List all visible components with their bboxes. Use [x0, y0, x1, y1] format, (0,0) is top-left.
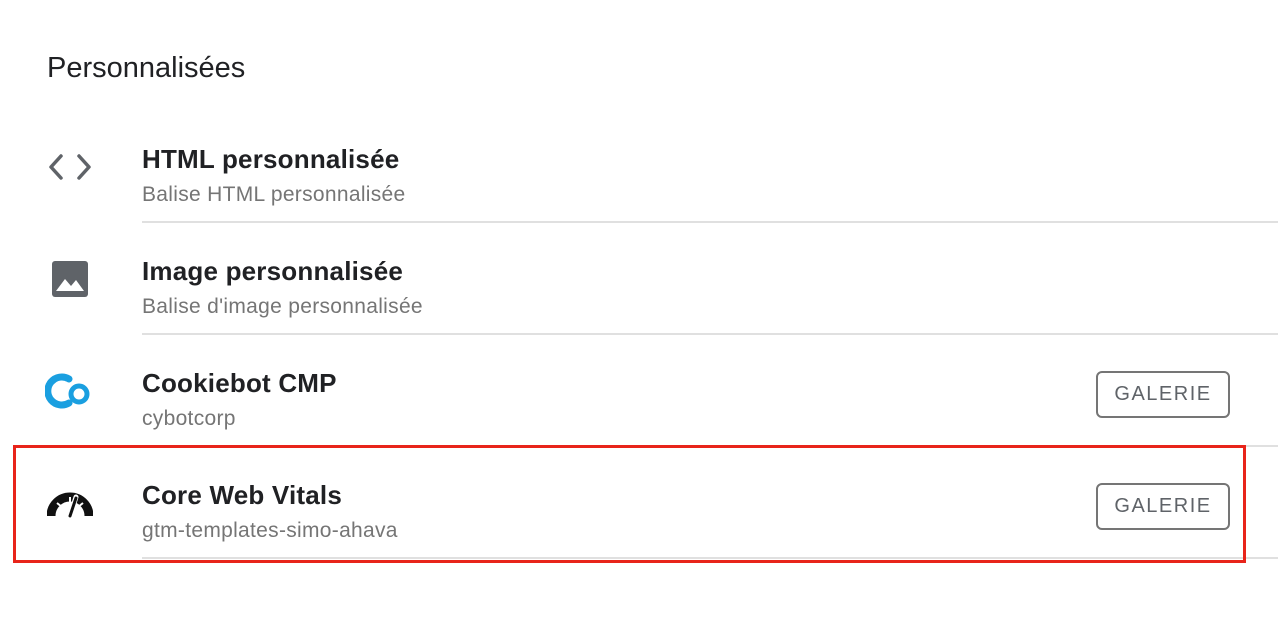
tag-type-core-web-vitals[interactable]: Core Web Vitals gtm-templates-simo-ahava… — [0, 447, 1278, 559]
tag-type-cookiebot-cmp[interactable]: Cookiebot CMP cybotcorp GALERIE — [0, 335, 1278, 447]
cookiebot-logo-icon — [44, 365, 96, 417]
image-icon — [44, 253, 96, 305]
tag-type-title: Core Web Vitals — [142, 480, 342, 510]
tag-type-custom-image[interactable]: Image personnalisée Balise d'image perso… — [0, 223, 1278, 335]
gallery-button[interactable]: GALERIE — [1096, 483, 1230, 530]
tag-type-subtitle: Balise HTML personnalisée — [142, 183, 406, 206]
speedometer-icon — [44, 477, 96, 529]
code-icon — [44, 141, 96, 193]
section-title: Personnalisées — [47, 52, 246, 84]
tag-type-custom-html[interactable]: HTML personnalisée Balise HTML personnal… — [0, 111, 1278, 223]
tag-type-subtitle: gtm-templates-simo-ahava — [142, 519, 398, 542]
gallery-button[interactable]: GALERIE — [1096, 371, 1230, 418]
tag-type-subtitle: Balise d'image personnalisée — [142, 295, 423, 318]
tag-type-title: Cookiebot CMP — [142, 368, 337, 398]
tag-type-title: HTML personnalisée — [142, 144, 400, 174]
tag-type-title: Image personnalisée — [142, 256, 404, 286]
divider — [142, 557, 1278, 559]
tag-type-subtitle: cybotcorp — [142, 407, 236, 430]
